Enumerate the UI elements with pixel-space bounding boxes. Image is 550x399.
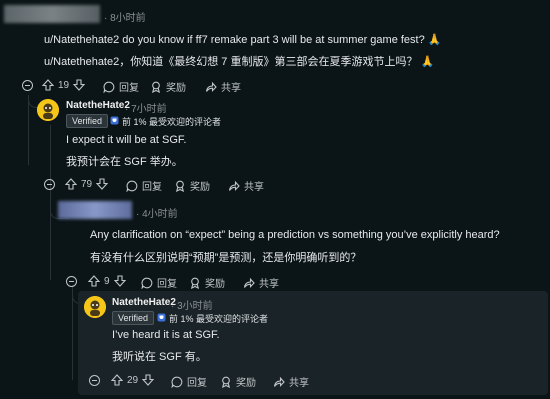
top-commenter-badge: 前 1% 最受欢迎的评论者 [157, 312, 268, 325]
share-icon [205, 81, 217, 93]
comment-icon [126, 180, 138, 192]
comment-time: · 3小时前 [171, 301, 213, 312]
reply-button[interactable]: 回复 [126, 178, 162, 193]
comment-time: · 4小时前 [136, 209, 178, 220]
upvote-icon[interactable] [42, 79, 54, 91]
vote-group: 29 [111, 374, 155, 386]
vote-count: 29 [127, 374, 139, 386]
award-label: 奖励 [205, 279, 225, 290]
comment-text-zh: u/Natethehate2，你知道《最终幻想 7 重制版》第三部会在夏季游戏节… [44, 56, 435, 68]
downvote-icon[interactable] [96, 178, 109, 190]
top-commenter-badge: 前 1% 最受欢迎的评论者 [110, 115, 221, 128]
share-label: 共享 [289, 378, 309, 389]
award-button[interactable]: 奖励 [174, 178, 210, 193]
avatar[interactable] [37, 99, 59, 121]
share-icon [273, 376, 285, 388]
share-icon [243, 277, 255, 289]
comment-icon [103, 81, 115, 93]
trophy-icon [157, 313, 166, 324]
redacted-avatar-username [58, 201, 132, 219]
comment-icon [171, 376, 183, 388]
comment-text-en: I expect it will be at SGF. [66, 134, 187, 146]
username[interactable]: NatetheHate2 [112, 297, 176, 308]
share-button[interactable]: 共享 [243, 275, 279, 290]
vote-count: 9 [104, 275, 110, 287]
award-icon [189, 277, 201, 289]
upvote-icon[interactable] [88, 275, 100, 287]
comment-text-zh: 有没有什么区别说明“预期”是预测，还是你明确听到的？ [90, 252, 362, 264]
share-label: 共享 [259, 279, 279, 290]
award-icon [150, 81, 162, 93]
avatar[interactable] [84, 296, 106, 318]
vote-count: 79 [81, 178, 93, 190]
collapse-icon[interactable] [89, 375, 100, 386]
collapse-icon[interactable] [22, 80, 33, 91]
vote-count: 19 [58, 79, 70, 91]
reply-label: 回复 [187, 378, 207, 389]
collapse-icon[interactable] [44, 179, 55, 190]
trophy-icon [110, 116, 119, 127]
vote-group: 9 [88, 275, 126, 287]
reply-label: 回复 [142, 182, 162, 193]
award-button[interactable]: 奖励 [150, 79, 186, 94]
share-button[interactable]: 共享 [205, 79, 241, 94]
comment-icon [141, 277, 153, 289]
award-icon [174, 180, 186, 192]
collapse-icon[interactable] [66, 276, 77, 287]
badge-label: 前 1% 最受欢迎的评论者 [122, 117, 222, 127]
share-button[interactable]: 共享 [273, 374, 309, 389]
comment-text-en: u/Natethehate2 do you know if ff7 remake… [44, 34, 442, 46]
share-label: 共享 [221, 83, 241, 94]
award-label: 奖励 [166, 83, 186, 94]
badge-label: 前 1% 最受欢迎的评论者 [169, 314, 269, 324]
reply-label: 回复 [119, 83, 139, 94]
share-button[interactable]: 共享 [228, 178, 264, 193]
upvote-icon[interactable] [65, 178, 77, 190]
award-label: 奖励 [190, 182, 210, 193]
downvote-icon[interactable] [113, 275, 126, 287]
award-label: 奖励 [236, 378, 256, 389]
verified-badge: Verified [66, 114, 109, 128]
award-button[interactable]: 奖励 [189, 275, 225, 290]
comment-time: · 8小时前 [104, 13, 146, 24]
thread-line [28, 95, 29, 165]
award-icon [220, 376, 232, 388]
share-icon [228, 180, 240, 192]
downvote-icon[interactable] [73, 79, 86, 91]
comment-time: · 7小时前 [125, 104, 167, 115]
reply-button[interactable]: 回复 [141, 275, 177, 290]
verified-badge: Verified [112, 311, 155, 325]
comment-text-en: I’ve heard it is at SGF. [112, 329, 220, 341]
vote-group: 79 [65, 178, 109, 190]
award-button[interactable]: 奖励 [220, 374, 256, 389]
vote-group: 19 [42, 79, 86, 91]
reply-button[interactable]: 回复 [171, 374, 207, 389]
upvote-icon[interactable] [111, 374, 123, 386]
comment-text-zh: 我预计会在 SGF 举办。 [66, 156, 183, 168]
downvote-icon[interactable] [142, 374, 155, 386]
share-label: 共享 [244, 182, 264, 193]
redacted-avatar-username [4, 5, 100, 23]
reply-button[interactable]: 回复 [103, 79, 139, 94]
comment-text-en: Any clarification on “expect” being a pr… [90, 229, 500, 241]
reply-label: 回复 [157, 279, 177, 290]
comment-text-zh: 我听说在 SGF 有。 [112, 351, 207, 363]
username[interactable]: NatetheHate2 [66, 100, 130, 111]
